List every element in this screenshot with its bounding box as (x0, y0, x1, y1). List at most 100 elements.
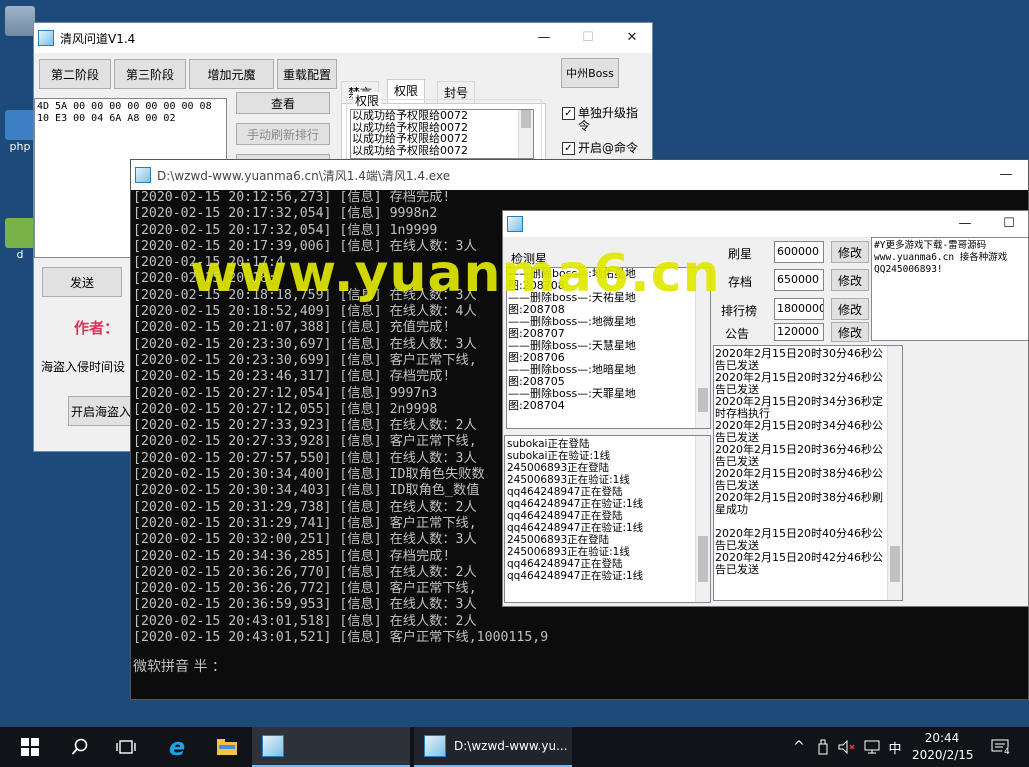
check-star-label: 检测星 (511, 252, 548, 266)
list-item: 2020年2月15日20时38分46秒刷星成功 (715, 491, 883, 516)
view-button[interactable]: 查看 (236, 92, 330, 114)
console-line: [2020-02-15 20:27:12,054] [信息] 9997n3 (133, 385, 438, 401)
list-item: 以成功给予权限给0072 (352, 132, 468, 145)
list-item: 245006893正在登陆 (507, 534, 610, 546)
add-yuanmo-button[interactable]: 增加元魔 (189, 59, 274, 89)
notice-interval-input[interactable]: 120000 (774, 323, 824, 341)
send-button[interactable]: 发送 (42, 267, 122, 297)
close-button[interactable]: ✕ (610, 23, 652, 53)
clock-time: 20:44 (924, 731, 960, 745)
save-modify-button[interactable]: 修改 (831, 269, 869, 291)
console-line: [2020-02-15 20:17:32,054] [信息] 9998n2 (133, 206, 438, 222)
console-line: [2020-02-15 20:18:18,759] [信息] 在线人数：3人 (133, 287, 477, 303)
list-item: 2020年2月15日20时36分46秒公告已发送 (715, 443, 883, 468)
stage2-button[interactable]: 第二阶段 (39, 59, 111, 89)
console-line: [2020-02-15 20:17:32,054] [信息] 1n9999 (133, 222, 438, 238)
notice-modify-button[interactable]: 修改 (831, 322, 869, 342)
stage3-button[interactable]: 第三阶段 (114, 59, 186, 89)
scrollbar[interactable] (887, 346, 902, 600)
rank-modify-button[interactable]: 修改 (831, 298, 869, 320)
list-item: 245006893正在登陆 (507, 462, 610, 474)
console-line: [2020-02-15 20:31:29,738] [信息] 在线人数：2人 (133, 499, 477, 515)
rank-input[interactable]: 1800000 (774, 298, 824, 320)
notification-count: 4 (1002, 747, 1012, 757)
checkbox-icon: ✓ (562, 107, 575, 120)
search-button[interactable] (60, 727, 100, 767)
list-item: subokai正在登陆 (507, 438, 590, 450)
minimize-button[interactable]: — (984, 160, 1028, 190)
explorer-button[interactable] (207, 727, 247, 767)
at-command-checkbox[interactable]: ✓ 开启@命令 (562, 142, 648, 155)
console-line: [2020-02-15 20:17:39,006] [信息] 在线人数：3人 (133, 238, 477, 254)
maximize-button[interactable]: ☐ (566, 23, 610, 53)
window-title: D:\wzwd-www.yuanma6.cn\清风1.4端\清风1.4.exe (157, 168, 451, 183)
show-hidden-icons[interactable]: ^ (788, 727, 810, 767)
list-item: qq464248947正在登陆 (507, 486, 623, 498)
ie-button[interactable]: e (157, 727, 197, 767)
title-bar[interactable]: 清风问道V1.4 — ☐ ✕ (34, 23, 652, 53)
checkbox-label: 单独升级指令 (578, 106, 639, 133)
scrollbar[interactable] (518, 110, 533, 158)
author-label: 作者： (74, 319, 120, 337)
ime-status: 微软拼音 半 ： (133, 659, 226, 675)
list-item: 图:208704 (508, 399, 565, 412)
title-bar[interactable]: D:\wzwd-www.yuanma6.cn\清风1.4端\清风1.4.exe … (131, 160, 1028, 190)
recycle-bin-icon (5, 6, 35, 36)
list-item: 2020年2月15日20时30分46秒公告已发送 (715, 347, 883, 372)
scrollbar[interactable] (695, 436, 710, 602)
announce-list[interactable]: 2020年2月15日20时30分46秒公告已发送 2020年2月15日20时32… (713, 345, 903, 601)
taskbar: e D:\wzwd-www.yu... ^ 中 20:44 2020/2/15 … (0, 727, 1029, 767)
task-view-button[interactable] (106, 727, 146, 767)
star-modify-button[interactable]: 修改 (831, 241, 869, 263)
list-item: qq464248947正在验证:1线 (507, 570, 644, 582)
refresh-rank-button[interactable]: 手动刷新排行 (236, 123, 330, 145)
login-list[interactable]: subokai正在登陆 subokai正在验证:1线 245006893正在登陆… (504, 435, 711, 603)
notice-textarea[interactable]: #Y更多游戏下载-雷哥源码 www.yuanma6.cn 接各种游戏 QQ245… (871, 237, 1028, 341)
window-title: 清风问道V1.4 (60, 31, 136, 46)
console-line: [2020-02-15 20:23:30,697] [信息] 在线人数：3人 (133, 336, 477, 352)
console-line: [2020-02-15 20:32:00,251] [信息] 在线人数：3人 (133, 532, 477, 548)
permission-group-label: 权限 (353, 92, 382, 109)
param-label-save: 存档 (728, 275, 753, 289)
pirate-invasion-button[interactable]: 开启海盗入 (68, 396, 134, 426)
save-input[interactable]: 650000 (774, 269, 824, 291)
title-bar[interactable]: — ☐ (503, 211, 1028, 237)
maximize-button[interactable]: ☐ (987, 211, 1028, 237)
console-line: [2020-02-15 20:36:59,953] [信息] 在线人数：3人 (133, 597, 477, 613)
minimize-button[interactable]: — (522, 23, 566, 53)
console-line: [2020-02-15 20:27:33,928] [信息] 客户正常下线, (133, 434, 477, 450)
console-line: [2020-02-15 20:36:26,770] [信息] 在线人数：2人 (133, 564, 477, 580)
taskbar-app-console[interactable]: D:\wzwd-www.yu... (414, 727, 572, 767)
volume-muted-icon[interactable] (836, 727, 858, 767)
app-icon (135, 167, 151, 183)
console-line: [2020-02-15 20:34:36,285] [信息] 存档完成! (133, 548, 451, 564)
app-icon (424, 735, 446, 757)
console-line: [2020-02-15 20:27:12,055] [信息] 2n9998 (133, 401, 438, 417)
boss-list[interactable]: ——删除boss—:地佑星地 图:208708 ——删除boss—:天祐星地 图… (506, 267, 711, 429)
php-icon (5, 110, 35, 140)
minimize-button[interactable]: — (943, 211, 987, 237)
network-icon[interactable] (861, 727, 883, 767)
single-upgrade-checkbox[interactable]: ✓ 单独升级指令 (562, 107, 648, 133)
usb-icon[interactable] (813, 727, 833, 767)
app-icon (38, 30, 54, 46)
console-line: [2020-02-15 20:27:57,550] [信息] 在线人数：3人 (133, 450, 477, 466)
console-line: [2020-02-15 20:30:34,403] [信息] ID取角色_数值 (133, 483, 480, 499)
list-item: 245006893正在验证:1线 (507, 474, 630, 486)
list-item: 245006893正在验证:1线 (507, 546, 630, 558)
permission-list[interactable]: 以成功给予权限给0072 以成功给予权限给0072 以成功给予权限给0072 以… (350, 109, 534, 159)
app-icon (262, 735, 284, 757)
ie-icon: e (168, 733, 186, 761)
taskbar-app-tool[interactable] (252, 727, 410, 767)
ime-indicator[interactable]: 中 (885, 727, 905, 767)
zhongzhou-boss-button[interactable]: 中州Boss (561, 58, 619, 88)
start-button[interactable] (0, 727, 60, 767)
list-item: 2020年2月15日20时42分46秒公告已发送 (715, 551, 883, 576)
clock[interactable]: 20:44 2020/2/15 (912, 730, 974, 764)
reload-config-button[interactable]: 重载配置 (277, 59, 337, 89)
scrollbar[interactable] (695, 268, 710, 428)
list-item: 2020年2月15日20时40分46秒公告已发送 (715, 527, 883, 552)
star-input[interactable]: 600000 (774, 241, 824, 263)
notification-button[interactable]: 4 (985, 727, 1015, 767)
console-line: [2020-02-15 20:31:29,741] [信息] 客户正常下线, (133, 515, 477, 531)
